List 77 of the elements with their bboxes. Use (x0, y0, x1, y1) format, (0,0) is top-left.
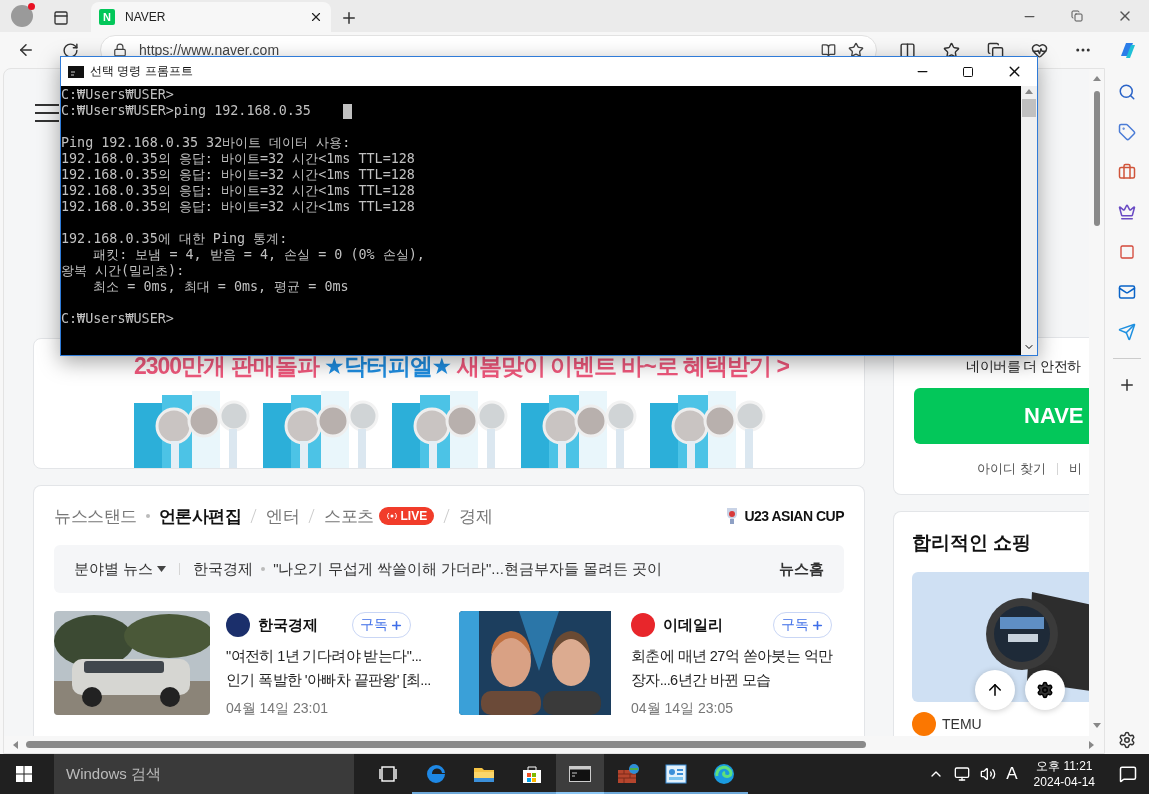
profile-avatar[interactable] (11, 5, 33, 27)
console-line: Ping 192.168.0.35 32바이트 데이터 사용: (61, 135, 351, 151)
slash-divider (250, 508, 257, 524)
task-view-icon (379, 766, 397, 782)
console-line: 192.168.0.35의 응답: 바이트=32 시간<1ms TTL=128 (61, 151, 415, 167)
shopping-title: 합리적인 쇼핑 (912, 531, 1033, 555)
clock[interactable]: 오후 11:21 2024-04-14 (1033, 758, 1095, 790)
windows-logo-icon (16, 766, 32, 782)
lock-icon (113, 43, 127, 57)
slash-divider (308, 508, 315, 524)
slash-divider (443, 508, 451, 524)
close-icon (309, 10, 323, 24)
console-line: C:₩Users₩USER> (61, 311, 174, 327)
console-line: C:₩Users₩USER>ping 192.168.0.35 (61, 103, 311, 119)
network-icon (954, 766, 971, 782)
volume-icon (980, 766, 997, 782)
text-cursor (342, 103, 352, 119)
naver-logo-icon: N (99, 9, 115, 25)
banner-headline: 2300만개 판매돌파 ★닥터피엘★ 새봄맞이 이벤트 바~로 혜택받기 > (134, 352, 791, 377)
article-headline[interactable]: "여전히 1년 기다려야 받는다"... 인기 폭발한 '아빠차 끝판왕' [최... (226, 644, 431, 692)
news-tab[interactable]: 스포츠 (324, 504, 374, 528)
live-badge: LIVE (378, 507, 435, 525)
taskbar-search-field[interactable]: Windows 검색 (54, 754, 354, 794)
ime-indicator[interactable]: A (1006, 764, 1018, 784)
scroll-down-icon[interactable] (1092, 722, 1101, 730)
press-name: 이데일리 (663, 615, 723, 635)
login-notice: 네이버를 더 안전하 (965, 358, 1082, 376)
subscribe-button[interactable]: 구독 (773, 612, 833, 638)
console-line: 패킷: 보냄 = 4, 받음 = 4, 손실 = 0 (0% 손실), (92, 247, 425, 263)
edge-icon (425, 763, 447, 785)
scrollbar-thumb[interactable] (1022, 99, 1036, 117)
brand-logo-icon (912, 712, 936, 736)
console-line: 192.168.0.35에 대한 Ping 통계: (61, 231, 288, 247)
console-line: C:₩Users₩USER> (61, 87, 174, 103)
event-logo[interactable]: U23 ASIAN CUP (744, 508, 844, 524)
console-line: 192.168.0.35의 응답: 바이트=32 시간<1ms TTL=128 (61, 183, 415, 199)
scroll-up-icon[interactable] (1092, 75, 1101, 83)
store-icon (522, 764, 542, 784)
subscribe-button[interactable]: 구독 (352, 612, 411, 638)
console-scrollbar[interactable] (1021, 86, 1037, 355)
plus-icon (390, 618, 403, 632)
brick-wall-icon (617, 763, 639, 785)
folder-icon (473, 765, 495, 783)
console-line: 최소 = 0ms, 최대 = 0ms, 평균 = 0ms (92, 279, 349, 295)
settings-icon (1036, 681, 1054, 699)
console-line: 192.168.0.35의 응답: 바이트=32 시간<1ms TTL=128 (61, 199, 415, 215)
news-home-link[interactable]: 뉴스홈 (779, 559, 824, 579)
brand-name[interactable]: TEMU (942, 716, 982, 732)
news-tab[interactable]: 뉴스스탠드 (54, 504, 137, 528)
terminal-icon (68, 65, 84, 78)
category-dropdown[interactable]: 분야별 뉴스 (74, 559, 167, 579)
ticker-headline[interactable]: "나오기 무섭게 싹쓸이해 가더라"...현금부자들 몰려든 곳이 (273, 559, 663, 579)
favorite-star-icon (848, 42, 864, 58)
plus-icon (811, 618, 825, 632)
news-tab[interactable]: 언론사편집 (158, 504, 241, 528)
news-tab[interactable]: 엔터 (266, 504, 299, 528)
article-headline[interactable]: 회춘에 매년 27억 쏟아붓는 억만 장자...6년간 바뀐 모습 (631, 644, 833, 692)
account-link[interactable]: 비 (1068, 460, 1082, 478)
account-link[interactable]: 아이디 찾기 (977, 460, 1046, 478)
notification-icon (1119, 765, 1137, 783)
scroll-right-icon[interactable] (1088, 740, 1096, 749)
article-time: 04월 14일 23:01 (226, 700, 329, 718)
console-line: 왕복 시간(밀리초): (61, 263, 185, 279)
edge-icon (713, 763, 735, 785)
console-line: 192.168.0.35의 응답: 바이트=32 시간<1ms TTL=128 (61, 167, 415, 183)
caret-icon (157, 566, 167, 572)
press-name: 한국경제 (193, 559, 254, 579)
article-time: 04월 14일 23:05 (631, 700, 734, 718)
taskbar-app[interactable] (556, 754, 604, 794)
scroll-left-icon[interactable] (12, 740, 20, 749)
broadcast-icon (385, 511, 398, 521)
scroll-up-icon[interactable] (1025, 88, 1033, 96)
window-title: 선택 명령 프롬프트 (90, 63, 193, 80)
press-name: 한국경제 (258, 615, 318, 635)
browser-tab[interactable]: N NAVER (91, 2, 331, 32)
terminal-icon (569, 766, 591, 782)
news-tab[interactable]: 경제 (459, 504, 493, 528)
